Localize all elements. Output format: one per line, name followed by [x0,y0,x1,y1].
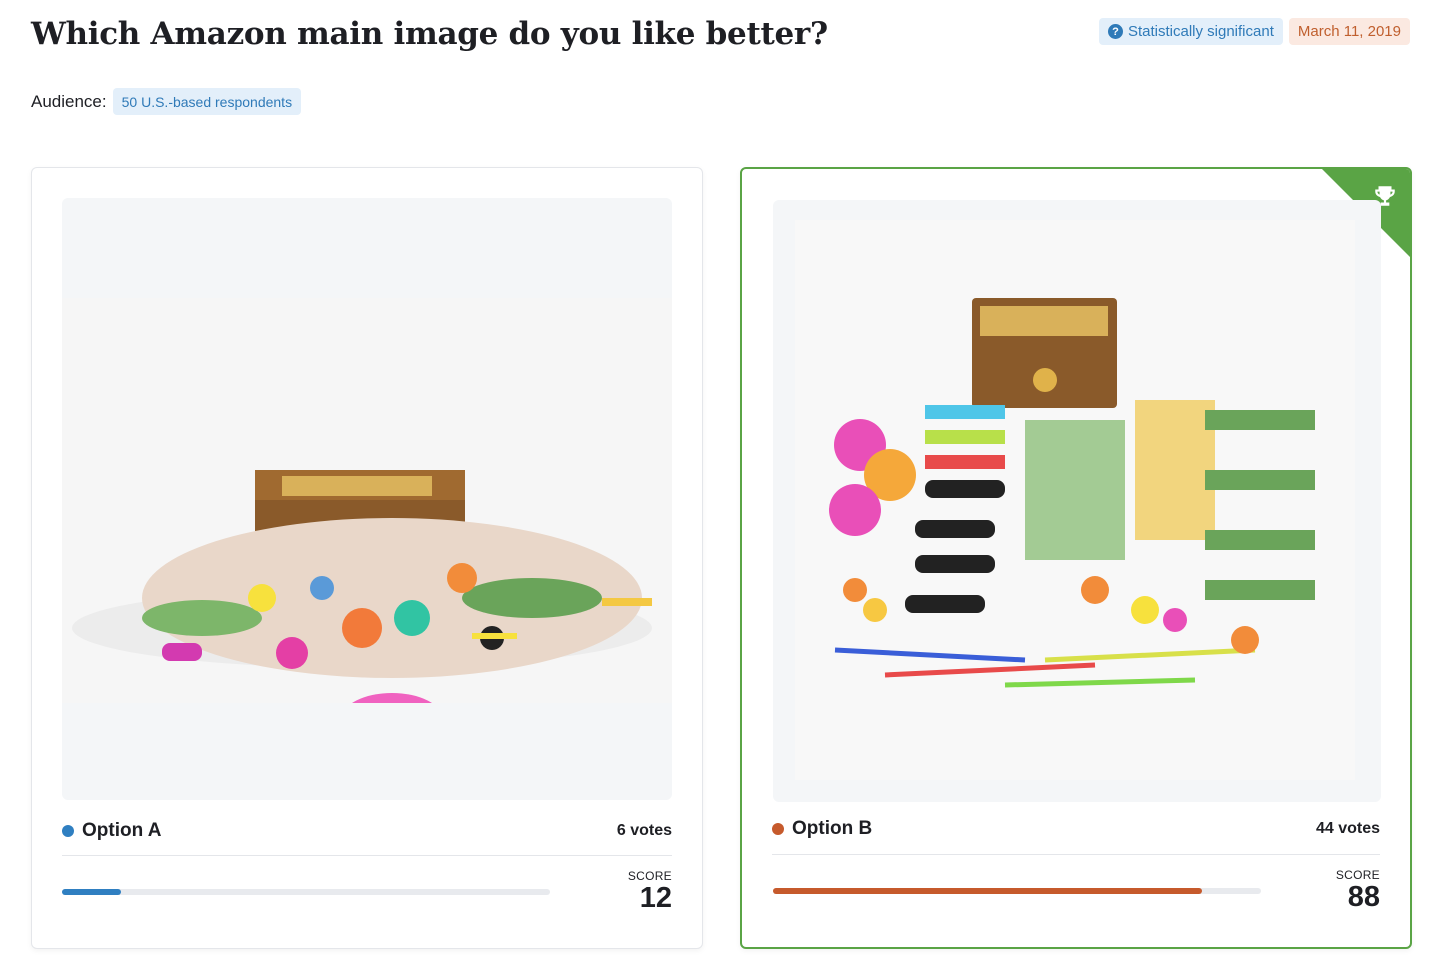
audience-chip[interactable]: 50 U.S.-based respondents [112,88,302,115]
option-a-product-image [62,298,672,703]
option-label: Option A [82,820,162,841]
score-bar-fill [62,889,121,895]
score-box: SCORE 88 [1336,868,1380,914]
option-header: Option B 44 votes [772,818,1380,840]
option-card-b[interactable]: Option B 44 votes SCORE 88 [740,167,1412,949]
option-card-a[interactable]: Option A 6 votes SCORE 12 [31,167,703,949]
option-image-frame [773,200,1381,802]
audience: Audience: 50 U.S.-based respondents [31,88,302,115]
score-value: 12 [639,882,672,914]
score-bar-fill [773,888,1203,894]
score-label: SCORE [1335,868,1380,882]
help-icon: ? [1107,24,1123,39]
date-badge: March 11, 2019 [1288,18,1410,45]
option-header: Option A 6 votes [62,820,672,842]
score-value: 88 [1347,881,1380,913]
score-bar [62,889,550,895]
option-image-frame [62,198,672,800]
audience-label: Audience: [31,91,107,111]
divider [62,855,672,856]
vote-count: 6 votes [616,822,672,839]
vote-count: 44 votes [1315,820,1380,837]
significance-badge[interactable]: ? Statistically significant [1098,18,1283,45]
option-b-product-image [795,220,1355,780]
option-color-dot [772,823,784,835]
header-badges: ? Statistically significant March 11, 20… [1098,18,1410,45]
score-bar [773,888,1261,894]
score-box: SCORE 12 [628,869,672,915]
score-label: SCORE [627,869,672,883]
option-color-dot [62,825,74,837]
divider [772,854,1380,855]
option-label: Option B [792,818,873,839]
significance-label: Statistically significant [1127,23,1274,40]
option-name: Option B [772,818,872,840]
option-name: Option A [62,820,162,842]
page-title: Which Amazon main image do you like bett… [31,16,828,52]
